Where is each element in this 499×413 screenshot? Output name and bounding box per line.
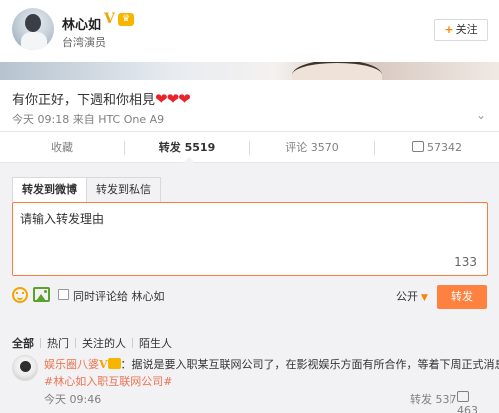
also-comment-checkbox[interactable]	[58, 289, 69, 300]
plus-icon: +	[444, 23, 454, 36]
filter-hot[interactable]: 热门	[47, 335, 69, 351]
heart-icon: ❤❤❤	[155, 90, 191, 108]
action-bar: 收藏 转发 5519 评论 3570 57342	[0, 131, 499, 163]
filter-all[interactable]: 全部	[12, 335, 34, 351]
char-count: 133	[454, 255, 477, 269]
visibility-select[interactable]: 公开 ▼	[396, 288, 428, 304]
post-text: 有你正好，下週和你相見❤❤❤	[12, 89, 191, 108]
comment-repost-count: 537	[435, 393, 457, 406]
tab-repost-weibo[interactable]: 转发到微博	[12, 177, 87, 203]
comment-user[interactable]: 娱乐圈八婆	[44, 358, 99, 371]
comment-repost-label: 转发	[410, 393, 432, 406]
follow-button[interactable]: + 关注	[434, 19, 488, 41]
follow-label: 关注	[455, 23, 478, 36]
filter-strangers[interactable]: 陌生人	[139, 335, 172, 351]
also-comment-label[interactable]: 同时评论给 林心如	[73, 288, 165, 304]
repost-submit-button[interactable]: 转发	[437, 285, 487, 309]
tab-repost-private[interactable]: 转发到私信	[86, 177, 161, 203]
divider	[450, 394, 451, 404]
post-meta: 今天 09:18 来自 HTC One A9	[12, 111, 164, 127]
user-description: 台湾演员	[62, 36, 106, 49]
comment-count: 3570	[310, 141, 339, 154]
user-name[interactable]: 林心如	[62, 14, 101, 33]
comment-filter: 全部 热门 关注的人 陌生人	[12, 335, 172, 351]
visibility-value: 公开	[396, 290, 418, 303]
comment-label: 评论	[285, 141, 308, 154]
comment-like-count: 463	[457, 404, 478, 413]
post-body: 有你正好，下週和你相見	[12, 93, 156, 108]
post-time[interactable]: 今天 09:18	[12, 113, 69, 126]
member-badge-icon: ♛	[118, 13, 134, 26]
comment-tab[interactable]: 评论 3570	[250, 132, 374, 163]
favorite-button[interactable]: 收藏	[0, 132, 124, 163]
like-button[interactable]: 57342	[375, 132, 499, 163]
repost-toolbar: 同时评论给 林心如 公开 ▼ 转发	[12, 285, 488, 309]
emoji-icon[interactable]	[12, 287, 28, 303]
comment-body: ：据说是要入职某互联网公司了，在影视娱乐方面有所合作，等着下周正式消息吧	[120, 358, 499, 371]
member-badge-icon	[107, 358, 121, 369]
comment-time: 今天 09:46	[44, 393, 102, 406]
repost-placeholder: 请输入转发理由	[20, 212, 105, 226]
avatar[interactable]	[12, 355, 38, 381]
repost-reason-input[interactable]: 请输入转发理由 133	[12, 202, 488, 276]
post-image-strip[interactable]	[0, 62, 499, 80]
filter-following[interactable]: 关注的人	[82, 335, 126, 351]
favorite-label: 收藏	[51, 141, 73, 154]
thumbs-up-icon	[457, 391, 469, 402]
profile-header: 林心如 V ♛ 台湾演员 + 关注	[0, 0, 499, 62]
comment-like-button[interactable]: 463	[457, 391, 488, 413]
photo-face	[292, 62, 382, 80]
divider	[40, 338, 41, 348]
post-source[interactable]: 来自 HTC One A9	[73, 113, 164, 126]
divider	[132, 338, 133, 348]
verified-icon: V	[104, 11, 115, 27]
chevron-down-icon[interactable]: ⌄	[476, 108, 486, 122]
image-icon[interactable]	[33, 287, 50, 302]
list-item: 娱乐圈八婆V ：据说是要入职某互联网公司了，在影视娱乐方面有所合作，等着下周正式消…	[12, 352, 499, 413]
verified-icon: V	[99, 358, 108, 371]
chevron-down-icon: ▼	[421, 293, 428, 303]
repost-label: 转发	[158, 141, 181, 154]
repost-count: 5519	[184, 141, 216, 154]
divider	[75, 338, 76, 348]
thumbs-up-icon	[412, 141, 424, 152]
user-avatar[interactable]	[12, 8, 54, 50]
repost-panel: 转发到微博 转发到私信 请输入转发理由 133 同时评论给 林心如 公开 ▼ 转发…	[0, 163, 499, 413]
comment-text: 娱乐圈八婆V ：据说是要入职某互联网公司了，在影视娱乐方面有所合作，等着下周正式消…	[44, 356, 499, 372]
like-count: 57342	[427, 141, 462, 154]
topic-link[interactable]: #林心如入职互联网公司#	[44, 373, 172, 389]
